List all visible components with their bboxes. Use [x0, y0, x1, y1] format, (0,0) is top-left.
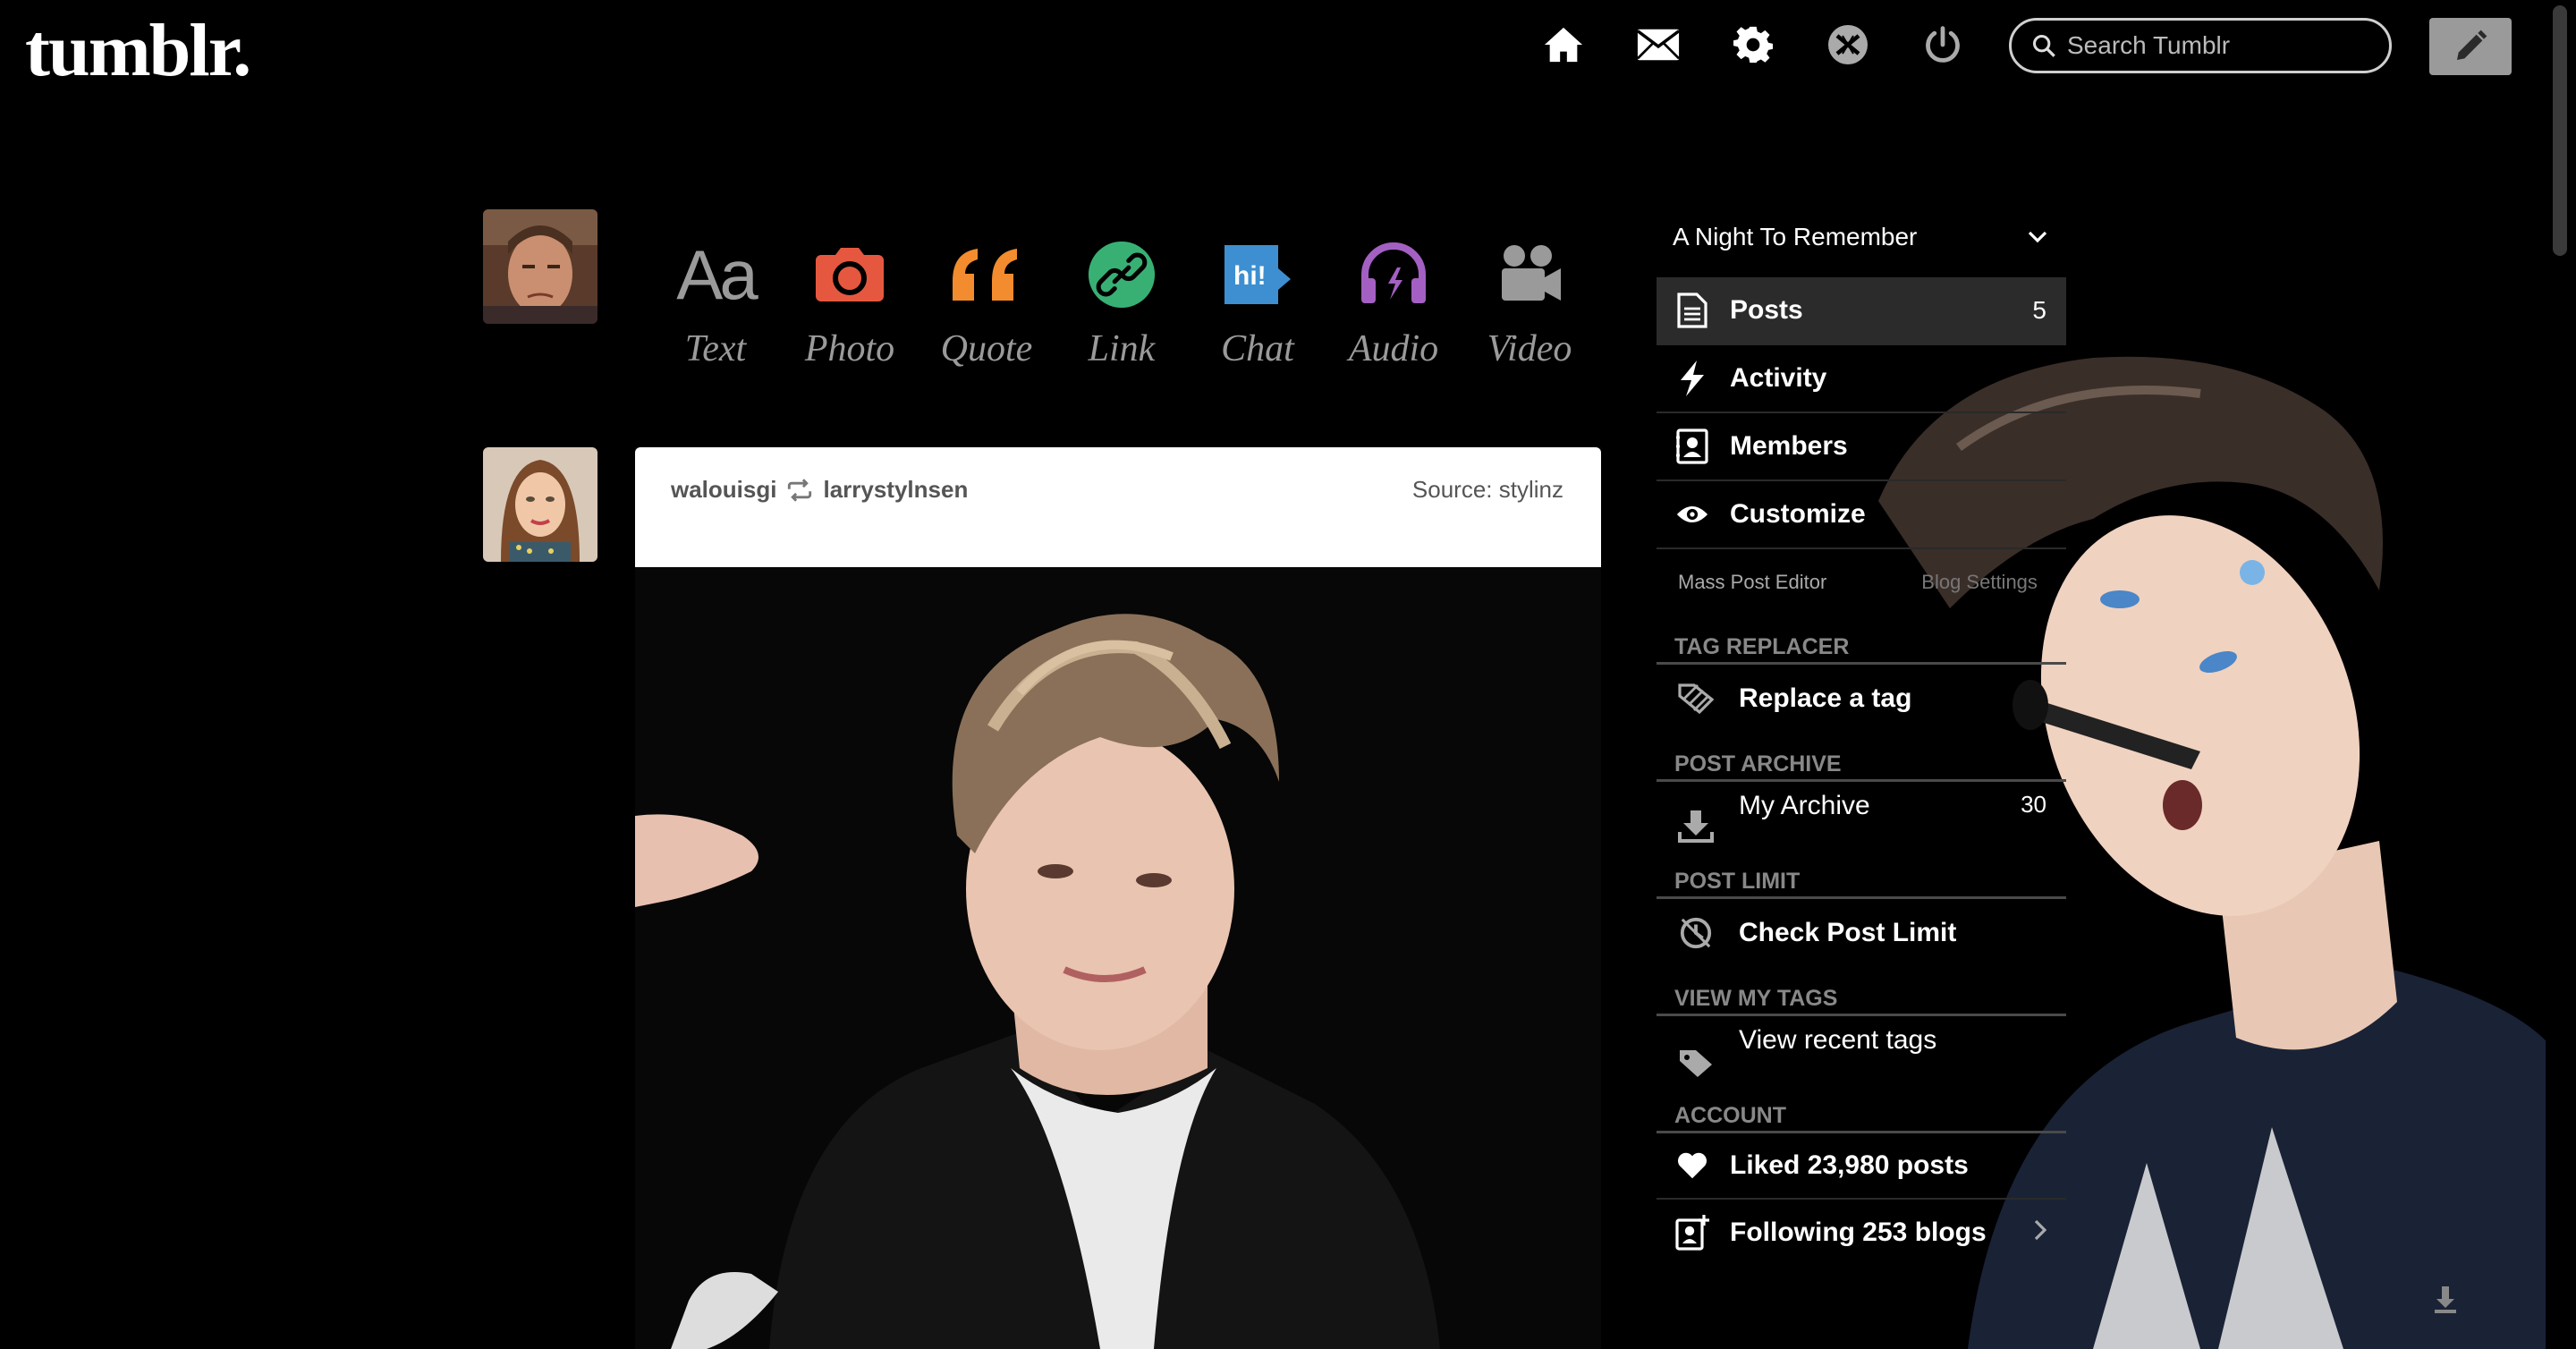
archive-count: 30: [2021, 791, 2046, 818]
clock-icon: [1669, 916, 1723, 950]
download-icon[interactable]: [2431, 1285, 2460, 1319]
camera-icon: [787, 234, 912, 315]
search-input[interactable]: [2065, 30, 2373, 61]
blog-settings-link[interactable]: Blog Settings: [1921, 571, 2038, 594]
post-photo[interactable]: [635, 567, 1601, 1349]
post-author-avatar[interactable]: [483, 447, 597, 562]
link-icon: [1059, 234, 1184, 315]
source-link[interactable]: stylinz: [1499, 476, 1563, 503]
my-archive-link[interactable]: My Archive 30: [1657, 782, 2066, 850]
text-icon: Aa: [676, 234, 758, 314]
view-my-tags-heading: VIEW MY TAGS: [1657, 983, 2066, 1016]
pencil-icon: [2453, 29, 2488, 64]
video-camera-icon: [1467, 234, 1592, 315]
xkit-icon[interactable]: [1823, 20, 1873, 70]
source-label: Source:: [1411, 476, 1493, 503]
blog-name: A Night To Remember: [1673, 223, 1918, 250]
scrollbar-thumb[interactable]: [2553, 5, 2567, 256]
search-icon: [2031, 33, 2056, 58]
mail-icon[interactable]: [1633, 20, 1683, 70]
user-avatar[interactable]: [483, 209, 597, 324]
mass-post-editor-link[interactable]: Mass Post Editor: [1678, 571, 1826, 594]
sidebar-item-posts[interactable]: Posts 5: [1657, 277, 2066, 345]
sidebar-item-activity[interactable]: Activity: [1657, 345, 2066, 413]
liked-posts-link[interactable]: Liked 23,980 posts: [1657, 1133, 2066, 1200]
home-icon[interactable]: [1538, 20, 1589, 70]
tag-replace-icon: [1669, 683, 1723, 714]
dashboard-post: walouisgi larrystylnsen Source: stylinz: [635, 447, 1601, 1349]
download-icon: [1669, 809, 1723, 843]
chevron-right-icon: [2034, 1218, 2047, 1247]
sidebar-item-members[interactable]: Members: [1657, 413, 2066, 481]
compose-button[interactable]: [2429, 18, 2512, 75]
reblogged-from-link[interactable]: larrystylnsen: [823, 476, 968, 504]
post-type-link[interactable]: Link: [1059, 234, 1184, 370]
chevron-down-icon: [2027, 230, 2048, 244]
post-author-link[interactable]: walouisgi: [671, 476, 776, 504]
power-icon[interactable]: [1918, 20, 1968, 70]
post-type-chat[interactable]: hi! Chat: [1195, 234, 1320, 370]
members-icon: [1665, 428, 1719, 464]
post-type-quote[interactable]: Quote: [924, 234, 1049, 370]
tag-icon: [1669, 1048, 1723, 1079]
search-box[interactable]: [2009, 18, 2392, 73]
post-type-photo[interactable]: Photo: [787, 234, 912, 370]
following-icon: [1665, 1215, 1719, 1251]
tumblr-logo[interactable]: tumblr.: [25, 7, 251, 94]
blog-selector[interactable]: A Night To Remember: [1657, 197, 2066, 277]
sidebar-sub-links: Mass Post Editor Blog Settings: [1657, 549, 2066, 615]
account-heading: ACCOUNT: [1657, 1100, 2066, 1133]
post-type-audio[interactable]: Audio: [1331, 234, 1456, 370]
headphones-icon: [1331, 234, 1456, 315]
lightning-icon: [1665, 361, 1719, 396]
following-blogs-link[interactable]: Following 253 blogs: [1657, 1200, 2066, 1266]
replace-tag-button[interactable]: Replace a tag: [1657, 665, 2066, 733]
svg-text:hi!: hi!: [1233, 261, 1267, 291]
heart-icon: [1665, 1151, 1719, 1180]
reblog-icon: [785, 478, 814, 502]
check-post-limit-button[interactable]: Check Post Limit: [1657, 899, 2066, 967]
post-archive-heading: POST ARCHIVE: [1657, 749, 2066, 782]
tag-replacer-heading: TAG REPLACER: [1657, 632, 2066, 665]
posts-icon: [1665, 293, 1719, 328]
posts-count: 5: [2032, 296, 2046, 324]
post-type-text[interactable]: Aa Text: [653, 234, 778, 370]
sidebar: A Night To Remember Posts 5 Activity Mem…: [1657, 197, 2066, 1266]
gear-icon[interactable]: [1728, 20, 1778, 70]
eye-icon: [1665, 503, 1719, 526]
quote-icon: [924, 234, 1049, 315]
view-recent-tags-link[interactable]: View recent tags: [1657, 1016, 2066, 1084]
post-header: walouisgi larrystylnsen Source: stylinz: [635, 447, 1601, 567]
chat-icon: hi!: [1195, 234, 1320, 315]
post-limit-heading: POST LIMIT: [1657, 866, 2066, 899]
sidebar-item-customize[interactable]: Customize: [1657, 481, 2066, 549]
post-type-video[interactable]: Video: [1467, 234, 1592, 370]
